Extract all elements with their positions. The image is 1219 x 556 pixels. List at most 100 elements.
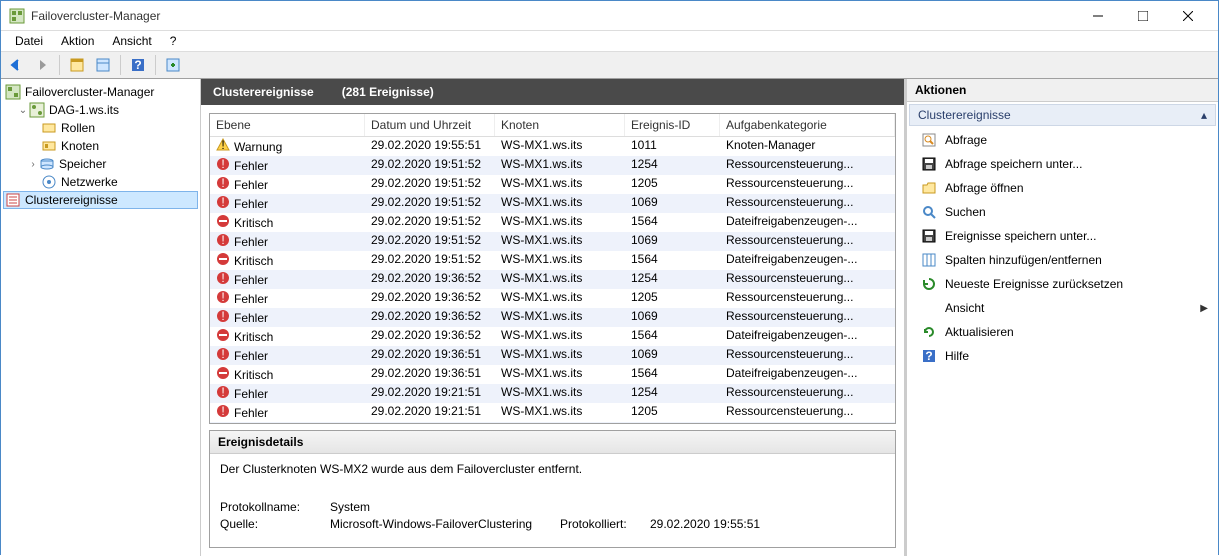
col-node[interactable]: Knoten: [495, 114, 625, 136]
tree-cluster[interactable]: ⌄ DAG-1.ws.its: [3, 101, 198, 119]
event-row[interactable]: !Fehler29.02.2020 19:21:51WS-MX1.ws.its1…: [210, 384, 895, 403]
actions-section[interactable]: Clusterereignisse ▴: [909, 104, 1216, 126]
event-details: Ereignisdetails Der Clusterknoten WS-MX2…: [209, 430, 896, 548]
svg-text:?: ?: [134, 58, 141, 72]
level-icon: !: [216, 290, 230, 307]
action-open-query[interactable]: Abfrage öffnen: [909, 176, 1216, 200]
event-row[interactable]: !Fehler29.02.2020 19:36:52WS-MX1.ws.its1…: [210, 308, 895, 327]
svg-text:?: ?: [925, 349, 932, 363]
action-columns[interactable]: Spalten hinzufügen/entfernen: [909, 248, 1216, 272]
nav-tree[interactable]: Failovercluster-Manager ⌄ DAG-1.ws.its R…: [1, 79, 201, 556]
cell-datetime: 29.02.2020 19:36:52: [365, 289, 495, 308]
details-message: Der Clusterknoten WS-MX2 wurde aus dem F…: [220, 462, 885, 476]
cell-node: WS-MX1.ws.its: [495, 384, 625, 403]
action-save-events[interactable]: Ereignisse speichern unter...: [909, 224, 1216, 248]
help-button[interactable]: ?: [127, 54, 149, 76]
action-reset[interactable]: Neueste Ereignisse zurücksetzen: [909, 272, 1216, 296]
submenu-arrow-icon: ▶: [1200, 303, 1208, 314]
event-row[interactable]: Kritisch29.02.2020 19:36:52WS-MX1.ws.its…: [210, 327, 895, 346]
cell-level: !Fehler: [210, 403, 365, 422]
close-button[interactable]: [1165, 2, 1210, 30]
collapse-icon[interactable]: ▴: [1201, 108, 1207, 122]
center-title: Clusterereignisse: [213, 85, 314, 99]
action-columns-label: Spalten hinzufügen/entfernen: [945, 253, 1102, 267]
col-taskcat[interactable]: Aufgabenkategorie: [720, 114, 895, 136]
svg-text:!: !: [221, 138, 224, 152]
action-query[interactable]: Abfrage: [909, 128, 1216, 152]
cell-node: WS-MX1.ws.its: [495, 194, 625, 213]
action-save-events-label: Ereignisse speichern unter...: [945, 229, 1096, 243]
expander-icon[interactable]: ⌄: [17, 105, 29, 116]
cell-eventid: 1564: [625, 327, 720, 346]
action-view-label: Ansicht: [945, 301, 984, 315]
level-text: Kritisch: [234, 254, 273, 268]
col-eventid[interactable]: Ereignis-ID: [625, 114, 720, 136]
actions-header: Aktionen: [907, 79, 1218, 102]
event-row[interactable]: !Fehler29.02.2020 19:36:52WS-MX1.ws.its1…: [210, 270, 895, 289]
menu-view[interactable]: Ansicht: [104, 32, 159, 50]
action-save-query[interactable]: Abfrage speichern unter...: [909, 152, 1216, 176]
cell-node: WS-MX1.ws.its: [495, 137, 625, 156]
svg-text:!: !: [221, 157, 224, 171]
back-button[interactable]: [5, 54, 27, 76]
svg-text:!: !: [221, 271, 224, 285]
menu-help[interactable]: ?: [162, 32, 185, 50]
cell-datetime: 29.02.2020 19:51:52: [365, 175, 495, 194]
event-row[interactable]: !Fehler29.02.2020 19:51:52WS-MX1.ws.its1…: [210, 194, 895, 213]
col-datetime[interactable]: Datum und Uhrzeit: [365, 114, 495, 136]
tree-storage[interactable]: › Speicher: [3, 155, 198, 173]
cell-node: WS-MX1.ws.its: [495, 289, 625, 308]
event-row[interactable]: !Fehler29.02.2020 19:21:51WS-MX1.ws.its1…: [210, 422, 895, 423]
event-row[interactable]: !Fehler29.02.2020 19:36:52WS-MX1.ws.its1…: [210, 289, 895, 308]
action-refresh[interactable]: Aktualisieren: [909, 320, 1216, 344]
separator: [155, 55, 156, 75]
maximize-button[interactable]: [1120, 2, 1165, 30]
action-view[interactable]: Ansicht ▶: [909, 296, 1216, 320]
tree-roles[interactable]: Rollen: [3, 119, 198, 137]
action-help[interactable]: ? Hilfe: [909, 344, 1216, 368]
event-row[interactable]: !Fehler29.02.2020 19:36:51WS-MX1.ws.its1…: [210, 346, 895, 365]
cell-node: WS-MX1.ws.its: [495, 403, 625, 422]
cell-eventid: 1069: [625, 194, 720, 213]
cell-eventid: 1564: [625, 251, 720, 270]
column-headers: Ebene Datum und Uhrzeit Knoten Ereignis-…: [210, 114, 895, 137]
event-list: Ebene Datum und Uhrzeit Knoten Ereignis-…: [209, 113, 896, 424]
export-button[interactable]: [162, 54, 184, 76]
cell-level: !Fehler: [210, 384, 365, 403]
cell-taskcat: Ressourcensteuerung...: [720, 308, 895, 327]
menu-action[interactable]: Aktion: [53, 32, 102, 50]
event-row[interactable]: !Fehler29.02.2020 19:51:52WS-MX1.ws.its1…: [210, 175, 895, 194]
tree-root[interactable]: Failovercluster-Manager: [3, 83, 198, 101]
svg-text:!: !: [221, 290, 224, 304]
tree-networks[interactable]: Netzwerke: [3, 173, 198, 191]
event-row[interactable]: Kritisch29.02.2020 19:51:52WS-MX1.ws.its…: [210, 213, 895, 232]
event-row[interactable]: !Fehler29.02.2020 19:51:52WS-MX1.ws.its1…: [210, 156, 895, 175]
event-row[interactable]: !Fehler29.02.2020 19:21:51WS-MX1.ws.its1…: [210, 403, 895, 422]
action-help-label: Hilfe: [945, 349, 969, 363]
cell-datetime: 29.02.2020 19:51:52: [365, 232, 495, 251]
event-row[interactable]: !Warnung29.02.2020 19:55:51WS-MX1.ws.its…: [210, 137, 895, 156]
event-row[interactable]: Kritisch29.02.2020 19:51:52WS-MX1.ws.its…: [210, 251, 895, 270]
cell-level: !Fehler: [210, 232, 365, 251]
event-row[interactable]: Kritisch29.02.2020 19:36:51WS-MX1.ws.its…: [210, 365, 895, 384]
col-level[interactable]: Ebene: [210, 114, 365, 136]
details-header: Ereignisdetails: [210, 431, 895, 454]
cluster-manager-icon: [5, 84, 21, 100]
event-row[interactable]: !Fehler29.02.2020 19:51:52WS-MX1.ws.its1…: [210, 232, 895, 251]
cell-taskcat: Ressourcensteuerung...: [720, 232, 895, 251]
tree-events[interactable]: Clusterereignisse: [3, 191, 198, 209]
cell-node: WS-MX1.ws.its: [495, 175, 625, 194]
menu-file[interactable]: Datei: [7, 32, 51, 50]
show-hide-tree-button[interactable]: [66, 54, 88, 76]
minimize-button[interactable]: [1075, 2, 1120, 30]
cell-node: WS-MX1.ws.its: [495, 251, 625, 270]
cell-datetime: 29.02.2020 19:36:52: [365, 327, 495, 346]
search-icon: [921, 204, 937, 220]
expander-icon[interactable]: ›: [27, 159, 39, 170]
properties-button[interactable]: [92, 54, 114, 76]
cell-eventid: 1205: [625, 403, 720, 422]
forward-button[interactable]: [31, 54, 53, 76]
event-rows[interactable]: !Warnung29.02.2020 19:55:51WS-MX1.ws.its…: [210, 137, 895, 423]
tree-nodes[interactable]: Knoten: [3, 137, 198, 155]
action-search[interactable]: Suchen: [909, 200, 1216, 224]
